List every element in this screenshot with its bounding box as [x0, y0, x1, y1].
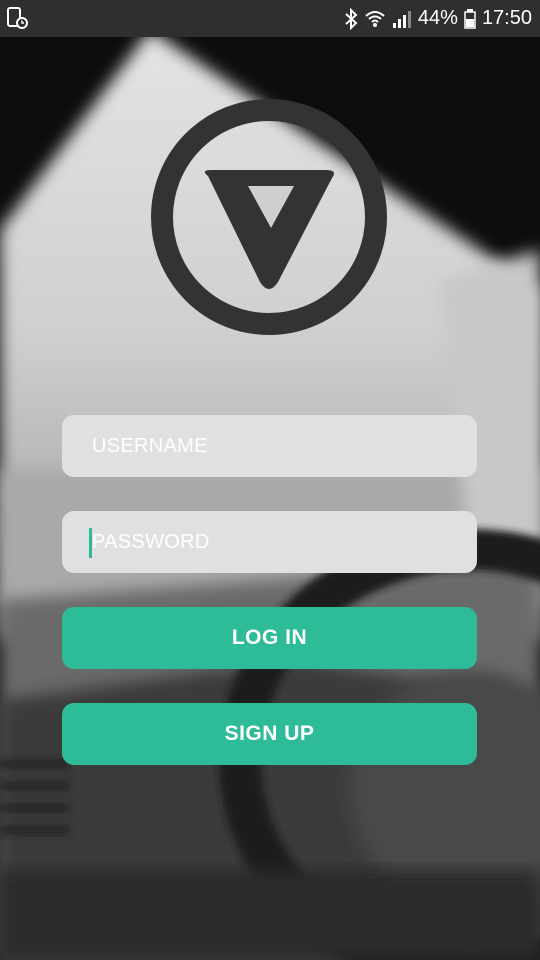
battery-percent: 44%	[417, 7, 458, 29]
wifi-icon	[364, 8, 386, 30]
login-screen: 44% 17:50 LOG IN SIGN UP	[0, 0, 540, 960]
battery-icon	[464, 8, 476, 30]
username-input[interactable]	[90, 433, 477, 459]
username-field[interactable]	[62, 415, 477, 477]
password-input[interactable]	[90, 529, 477, 555]
login-button[interactable]: LOG IN	[62, 607, 477, 669]
text-caret	[89, 528, 92, 558]
password-field[interactable]	[62, 511, 477, 573]
signup-button[interactable]: SIGN UP	[62, 703, 477, 765]
alarm-icon	[7, 7, 28, 29]
bluetooth-icon	[344, 7, 358, 30]
v-triangle-circle-logo	[151, 99, 387, 335]
signal-icon	[392, 8, 412, 30]
clock: 17:50	[481, 7, 532, 29]
status-icons: 44% 17:50	[344, 0, 532, 37]
status-bar: 44% 17:50	[0, 0, 540, 37]
